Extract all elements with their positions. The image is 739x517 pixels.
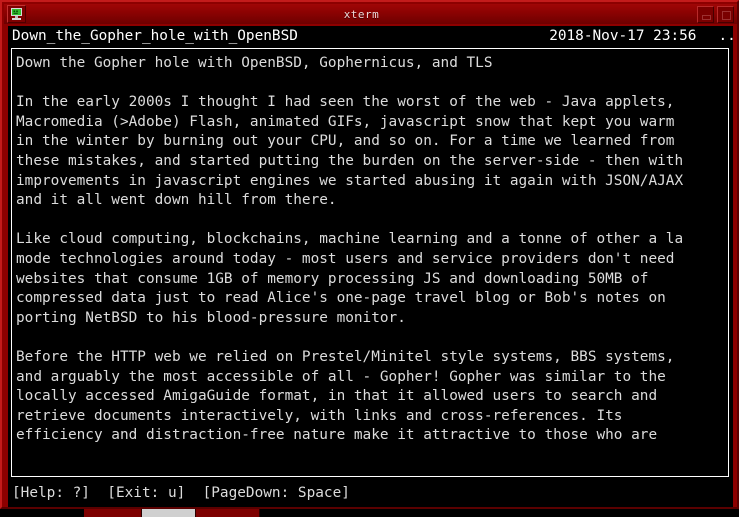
window-titlebar[interactable]: xterm bbox=[4, 4, 737, 24]
document-line: locally accessed AmigaGuide format, in t… bbox=[16, 388, 658, 405]
document-line: in the winter by burning out your CPU, a… bbox=[16, 133, 675, 150]
document-text: Down the Gopher hole with OpenBSD, Gophe… bbox=[12, 49, 728, 446]
document-line: compressed data just to read Alice's one… bbox=[16, 290, 666, 307]
document-line: Before the HTTP web we relied on Prestel… bbox=[16, 348, 675, 365]
window-menu-button[interactable] bbox=[7, 5, 26, 23]
document-line: porting NetBSD to his blood-pressure mon… bbox=[16, 309, 406, 326]
taskbar-item-active[interactable] bbox=[142, 509, 196, 517]
status-inverse-region: Down_the_Gopher_hole_with_OpenBSD 2018-N… bbox=[8, 26, 733, 46]
desktop: xterm Down_the_Gopher_hole_with_OpenBSD … bbox=[0, 0, 739, 517]
desktop-taskbar[interactable] bbox=[0, 509, 739, 517]
help-key-bar: [Help: ?] [Exit: u] [PageDown: Space] bbox=[12, 485, 350, 501]
status-spacer bbox=[298, 26, 549, 46]
window-title: xterm bbox=[343, 7, 380, 21]
document-line: efficiency and distraction-free nature m… bbox=[16, 427, 658, 444]
document-line: retrieve documents interactively, with l… bbox=[16, 407, 623, 424]
document-line: mode technologies around today - most us… bbox=[16, 250, 675, 267]
document-line: and arguably the most accessible of all … bbox=[16, 368, 666, 385]
gopher-status-line: Down_the_Gopher_hole_with_OpenBSD 2018-N… bbox=[8, 26, 733, 46]
document-line: Macromedia (>Adobe) Flash, animated GIFs… bbox=[16, 113, 675, 130]
maximize-button[interactable] bbox=[717, 5, 734, 23]
status-document-title: Down_the_Gopher_hole_with_OpenBSD bbox=[12, 28, 298, 44]
document-pane[interactable]: Down the Gopher hole with OpenBSD, Gophe… bbox=[11, 48, 729, 477]
xterm-window-frame[interactable]: xterm Down_the_Gopher_hole_with_OpenBSD … bbox=[0, 0, 739, 509]
iconify-button[interactable] bbox=[697, 5, 714, 23]
document-line: these mistakes, and started putting the … bbox=[16, 152, 684, 169]
document-line: and it all went down hill from there. bbox=[16, 192, 337, 209]
status-datetime: 2018-Nov-17 23:56 bbox=[549, 28, 697, 44]
taskbar-item-2[interactable] bbox=[196, 509, 260, 517]
document-line: Like cloud computing, blockchains, machi… bbox=[16, 231, 684, 248]
status-ellipsis: ... bbox=[718, 28, 733, 44]
terminal-client-area[interactable]: Down_the_Gopher_hole_with_OpenBSD 2018-N… bbox=[8, 26, 733, 507]
document-line: improvements in javascript engines we st… bbox=[16, 172, 684, 189]
taskbar-gap-left bbox=[0, 509, 84, 517]
document-line: websites that consume 1GB of memory proc… bbox=[16, 270, 649, 287]
taskbar-gap-right bbox=[260, 509, 739, 517]
taskbar-item-1[interactable] bbox=[84, 509, 142, 517]
document-line: Down the Gopher hole with OpenBSD, Gophe… bbox=[16, 55, 493, 71]
document-line: In the early 2000s I thought I had seen … bbox=[16, 94, 675, 111]
computer-monitor-icon bbox=[11, 8, 22, 20]
